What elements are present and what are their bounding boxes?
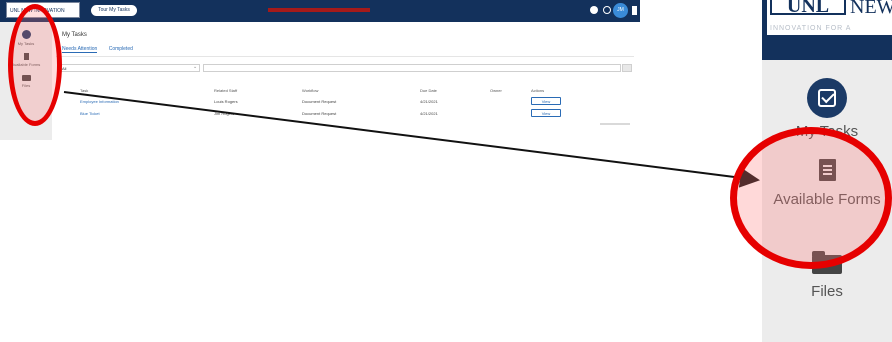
- tasks-icon: [807, 78, 847, 118]
- arrow-line: [63, 91, 760, 188]
- highlight-circle-available-forms: [730, 127, 892, 269]
- zoom-header-band: [762, 35, 892, 60]
- logo-mark: UNL: [770, 0, 846, 17]
- sidebar-item-label: Files: [811, 283, 843, 300]
- logo-tagline: INNOVATION FOR A: [770, 25, 852, 32]
- zoom-logo: UNL NEW INNOVATION FOR A: [767, 0, 892, 35]
- zoom-header: UNL NEW INNOVATION FOR A: [762, 0, 892, 60]
- logo-word: NEW: [850, 0, 892, 18]
